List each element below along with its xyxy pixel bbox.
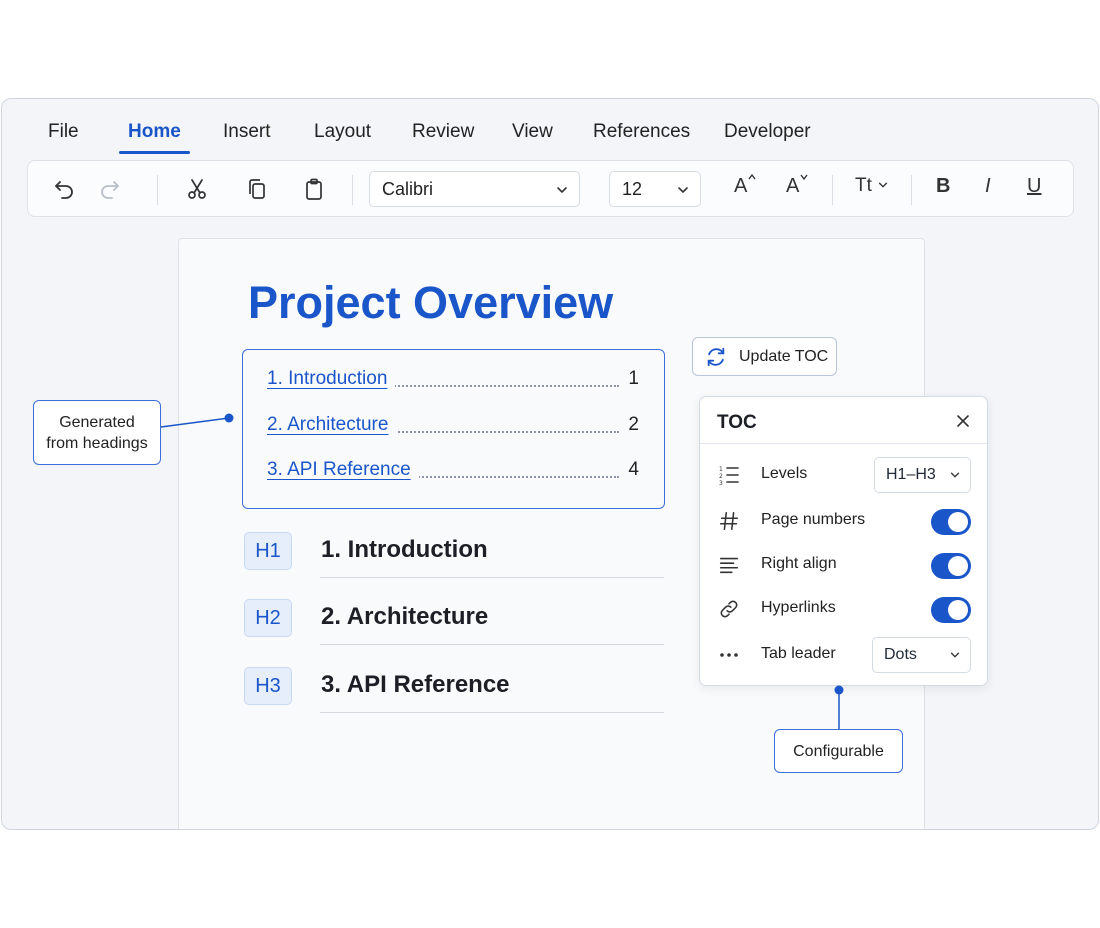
table-of-contents[interactable]: 1. Introduction 1 2. Architecture 2 3. A… (242, 349, 665, 509)
hash-icon (717, 509, 741, 533)
heading-row[interactable]: H2 2. Architecture (244, 599, 664, 645)
chevron-down-icon (949, 648, 961, 666)
heading-text: 1. Introduction (321, 536, 488, 563)
svg-text:3: 3 (719, 480, 723, 487)
align-right-icon (717, 553, 741, 577)
chevron-down-icon (676, 181, 690, 202)
document-title: Project Overview (248, 277, 614, 328)
text-effects-button[interactable]: Tt (855, 175, 889, 197)
hyperlinks-option: Hyperlinks (700, 589, 987, 629)
right-align-option: Right align (700, 545, 987, 585)
caret-up-icon (748, 173, 756, 180)
panel-title: TOC (717, 412, 757, 433)
font-size-select[interactable]: 12 (609, 171, 701, 207)
link-icon (717, 597, 741, 621)
font-name-select[interactable]: Calibri (369, 171, 580, 207)
italic-button[interactable]: I (985, 175, 991, 198)
tab-leader-select[interactable]: Dots (872, 637, 971, 673)
heading-divider (320, 577, 664, 578)
chevron-down-icon (879, 182, 888, 188)
levels-select[interactable]: H1–H3 (874, 457, 971, 493)
grow-font-label: A (734, 175, 748, 197)
tab-layout[interactable]: Layout (314, 121, 371, 153)
right-align-label: Right align (761, 555, 837, 572)
toc-entry-link[interactable]: 3. API Reference (267, 459, 419, 481)
caret-down-icon (800, 174, 808, 181)
numbered-list-icon: 123 (717, 463, 741, 487)
grow-font-button[interactable]: A (734, 173, 757, 198)
tab-developer[interactable]: Developer (724, 121, 811, 153)
heading-row[interactable]: H3 3. API Reference (244, 667, 664, 713)
menu-tabs: File Home Insert Layout Review View Refe… (2, 99, 1098, 159)
underline-button[interactable]: U (1027, 175, 1041, 198)
hyperlinks-label: Hyperlinks (761, 599, 836, 616)
heading-level-badge: H3 (244, 667, 292, 705)
tab-leader-label: Tab leader (761, 645, 836, 662)
more-dots-icon (717, 643, 741, 667)
page-numbers-label: Page numbers (761, 511, 866, 528)
callout-configurable: Configurable (774, 729, 903, 773)
toc-settings-panel: TOC 123 Levels H1–H3 Page numbers Right … (699, 396, 988, 686)
toc-entry: 1. Introduction 1 (267, 368, 639, 394)
heading-row[interactable]: H1 1. Introduction (244, 532, 664, 578)
tab-file[interactable]: File (48, 121, 79, 153)
text-effects-label: Tt (855, 175, 872, 196)
heading-divider (320, 644, 664, 645)
undo-icon[interactable] (48, 173, 80, 205)
update-toc-button[interactable]: Update TOC (692, 337, 837, 376)
toc-entry: 2. Architecture 2 (267, 414, 639, 440)
redo-icon[interactable] (94, 173, 126, 205)
toc-entry: 3. API Reference 4 (267, 459, 639, 485)
tab-leader-option: Tab leader Dots (700, 635, 987, 675)
font-name-value: Calibri (382, 178, 434, 199)
close-icon[interactable] (951, 409, 975, 433)
heading-text: 2. Architecture (321, 603, 489, 630)
toc-entry-page: 4 (620, 459, 639, 481)
svg-text:1: 1 (719, 466, 723, 473)
toc-entry-page: 2 (620, 414, 639, 436)
tab-review[interactable]: Review (412, 121, 474, 153)
page-numbers-option: Page numbers (700, 501, 987, 541)
refresh-icon (705, 346, 727, 373)
tab-view[interactable]: View (512, 121, 553, 153)
page-numbers-toggle[interactable] (931, 509, 971, 535)
toc-entry-link[interactable]: 2. Architecture (267, 414, 397, 436)
tab-insert[interactable]: Insert (223, 121, 271, 153)
shrink-font-button[interactable]: A (786, 174, 809, 198)
cut-icon[interactable] (181, 173, 213, 205)
svg-text:2: 2 (719, 473, 723, 480)
chevron-down-icon (555, 181, 569, 202)
paste-icon[interactable] (298, 173, 330, 205)
toc-entry-link[interactable]: 1. Introduction (267, 368, 396, 390)
right-align-toggle[interactable] (931, 553, 971, 579)
toc-entry-page: 1 (620, 368, 639, 390)
heading-level-badge: H1 (244, 532, 292, 570)
tab-references[interactable]: References (593, 121, 690, 153)
heading-divider (320, 712, 664, 713)
heading-text: 3. API Reference (321, 671, 510, 698)
hyperlinks-toggle[interactable] (931, 597, 971, 623)
formatting-toolbar: Calibri 12 A A Tt B I U (27, 160, 1074, 217)
heading-level-badge: H2 (244, 599, 292, 637)
bold-button[interactable]: B (936, 175, 950, 198)
levels-label: Levels (761, 465, 808, 482)
tab-home[interactable]: Home (119, 121, 190, 154)
chevron-down-icon (949, 468, 961, 486)
font-size-value: 12 (622, 178, 643, 199)
tab-leader-value: Dots (884, 646, 917, 663)
panel-divider (700, 443, 987, 444)
update-toc-label: Update TOC (739, 348, 829, 365)
shrink-font-label: A (786, 175, 800, 197)
callout-generated-from-headings: Generated from headings (33, 400, 161, 465)
levels-value: H1–H3 (886, 466, 936, 483)
levels-option: 123 Levels H1–H3 (700, 455, 987, 495)
copy-icon[interactable] (241, 173, 273, 205)
